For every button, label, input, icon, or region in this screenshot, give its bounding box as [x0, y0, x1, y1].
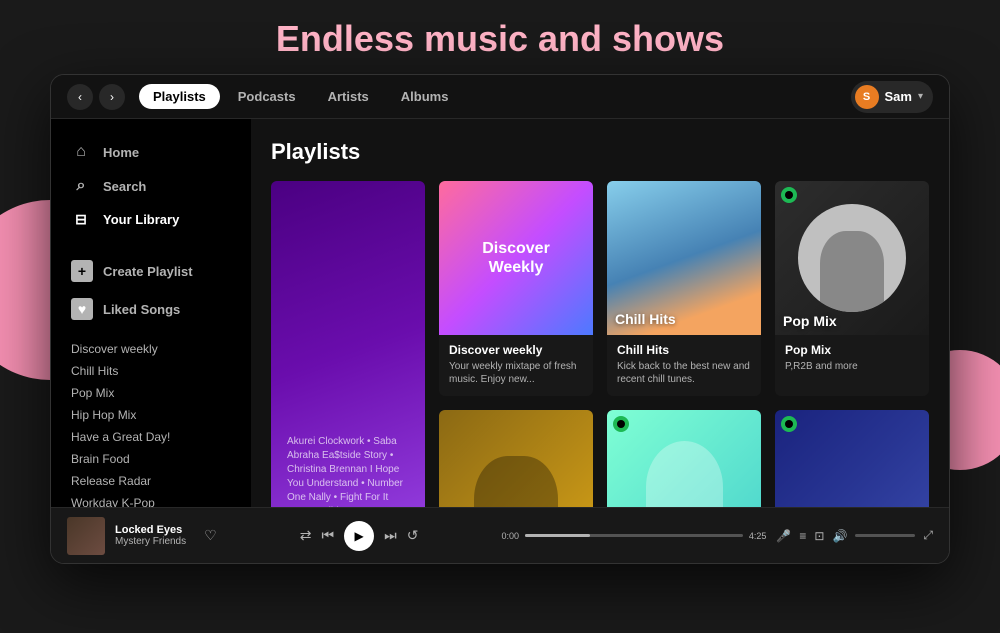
- content-area: Playlists Akurei Clockwork • Saba Abraha…: [251, 119, 949, 507]
- previous-button[interactable]: ⏮: [322, 527, 335, 544]
- next-button[interactable]: ⏭: [384, 527, 397, 544]
- heart-button[interactable]: ♡: [204, 527, 217, 544]
- tab-playlists[interactable]: Playlists: [139, 84, 220, 109]
- user-name: Sam: [885, 89, 912, 104]
- list-item[interactable]: Chill Hits: [71, 360, 231, 382]
- sidebar-item-label: Home: [103, 145, 139, 160]
- player-controls: ⇄ ⏮ ▶ ⏭ ↺: [227, 521, 492, 551]
- volume-bar[interactable]: [855, 534, 915, 537]
- player-bar: Locked Eyes Mystery Friends ♡ ⇄ ⏮ ▶ ⏭ ↺ …: [51, 507, 949, 563]
- content-title: Playlists: [271, 139, 929, 165]
- discover-label: DiscoverWeekly: [439, 181, 593, 335]
- user-menu[interactable]: S Sam ▾: [851, 81, 934, 113]
- play-button[interactable]: ▶: [344, 521, 374, 551]
- chevron-down-icon: ▾: [918, 91, 923, 102]
- playlist-card-chill-hits[interactable]: Chill Hits Chill Hits Kick back to the b…: [607, 181, 761, 396]
- sidebar-create-playlist[interactable]: + Create Playlist: [51, 252, 251, 290]
- sidebar-playlist-list: Discover weekly Chill Hits Pop Mix Hip H…: [51, 338, 251, 507]
- list-item[interactable]: Pop Mix: [71, 382, 231, 404]
- card-name: Chill Hits: [617, 343, 751, 357]
- progress-fill: [525, 534, 590, 537]
- lyrics-button[interactable]: 🎤: [776, 529, 791, 543]
- list-item[interactable]: Workday K-Pop: [71, 492, 231, 507]
- playlist-card-have-great-day[interactable]: Have a Great Day! Have a Great Day! Feel…: [607, 410, 761, 507]
- sidebar-item-label: Your Library: [103, 212, 179, 227]
- app-window: ‹ › Playlists Podcasts Artists Albums S …: [50, 74, 950, 564]
- back-button[interactable]: ‹: [67, 84, 93, 110]
- library-icon: ⊟: [71, 211, 91, 228]
- heart-icon: ♥: [71, 298, 93, 320]
- tab-albums[interactable]: Albums: [387, 84, 463, 109]
- progress-bar[interactable]: [525, 534, 743, 537]
- sidebar-item-library[interactable]: ⊟ Your Library: [51, 203, 251, 236]
- card-desc: Your weekly mixtape of fresh music. Enjo…: [449, 360, 583, 386]
- liked-songs-mini-text: Akurei Clockwork • Saba Abraha Ea$tside …: [287, 435, 409, 507]
- search-icon: ⌕: [71, 177, 91, 195]
- playlist-card-liked-songs[interactable]: Akurei Clockwork • Saba Abraha Ea$tside …: [271, 181, 425, 507]
- progress-total: 4:25: [749, 531, 767, 541]
- tab-podcasts[interactable]: Podcasts: [224, 84, 310, 109]
- repeat-button[interactable]: ↺: [407, 527, 419, 544]
- playlist-grid: Akurei Clockwork • Saba Abraha Ea$tside …: [271, 181, 929, 507]
- playlist-card-pop-mix[interactable]: Pop Mix Pop Mix P,R2B and more: [775, 181, 929, 396]
- chill-hits-label: Chill Hits: [615, 311, 753, 327]
- player-track-info: Locked Eyes Mystery Friends: [115, 524, 186, 547]
- main-area: ⌂ Home ⌕ Search ⊟ Your Library + Create …: [51, 119, 949, 507]
- list-item[interactable]: Brain Food: [71, 448, 231, 470]
- nav-arrows: ‹ ›: [67, 84, 125, 110]
- card-name: Discover weekly: [449, 343, 583, 357]
- pop-mix-label: Pop Mix: [783, 313, 921, 329]
- list-item[interactable]: Hip Hop Mix: [71, 404, 231, 426]
- card-name: Pop Mix: [785, 343, 919, 357]
- playlist-card-hip-hop-mix[interactable]: Hip Hop Mix Hip Hop Mix Teto and more: [439, 410, 593, 507]
- list-item[interactable]: Discover weekly: [71, 338, 231, 360]
- sidebar-item-search[interactable]: ⌕ Search: [51, 169, 251, 203]
- page-headline: Endless music and shows: [0, 0, 1000, 74]
- card-desc: P,R2B and more: [785, 360, 919, 373]
- list-item[interactable]: Have a Great Day!: [71, 426, 231, 448]
- user-avatar: S: [855, 85, 879, 109]
- sidebar-action-label: Create Playlist: [103, 264, 193, 279]
- nav-tabs: Playlists Podcasts Artists Albums: [139, 84, 462, 109]
- plus-icon: +: [71, 260, 93, 282]
- sidebar-liked-songs[interactable]: ♥ Liked Songs: [51, 290, 251, 328]
- player-track-name: Locked Eyes: [115, 524, 186, 536]
- sidebar-action-label: Liked Songs: [103, 302, 180, 317]
- playlist-card-discover-weekly[interactable]: DiscoverWeekly Discover weekly Your week…: [439, 181, 593, 396]
- sidebar: ⌂ Home ⌕ Search ⊟ Your Library + Create …: [51, 119, 251, 507]
- tab-artists[interactable]: Artists: [314, 84, 383, 109]
- player-track-artist: Mystery Friends: [115, 536, 186, 547]
- playlist-card-brain-food[interactable]: Brain Food Brain Food Hypnotic electroni…: [775, 410, 929, 507]
- volume-button[interactable]: 🔊: [832, 529, 847, 543]
- list-item[interactable]: Release Radar: [71, 470, 231, 492]
- queue-button[interactable]: ≡: [799, 529, 806, 543]
- devices-button[interactable]: ⊡: [814, 529, 824, 543]
- forward-button[interactable]: ›: [99, 84, 125, 110]
- player-thumbnail: [67, 517, 105, 555]
- home-icon: ⌂: [71, 143, 91, 161]
- shuffle-button[interactable]: ⇄: [300, 527, 312, 544]
- sidebar-item-home[interactable]: ⌂ Home: [51, 135, 251, 169]
- player-progress: 0:00 4:25: [502, 531, 767, 541]
- fullscreen-button[interactable]: ⤢: [923, 528, 933, 543]
- sidebar-item-label: Search: [103, 179, 146, 194]
- player-right-controls: 🎤 ≡ ⊡ 🔊 ⤢: [776, 528, 933, 543]
- top-bar: ‹ › Playlists Podcasts Artists Albums S …: [51, 75, 949, 119]
- progress-current: 0:00: [502, 531, 520, 541]
- card-desc: Kick back to the best new and recent chi…: [617, 360, 751, 386]
